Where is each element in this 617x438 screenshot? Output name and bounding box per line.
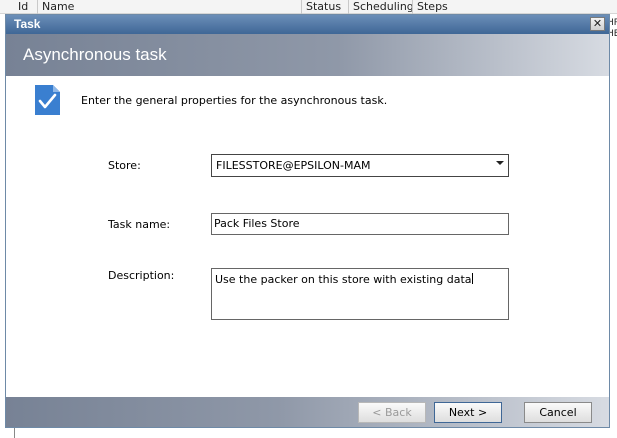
description-input[interactable]: Use the packer on this store with existi…: [211, 268, 509, 320]
store-label: Store:: [108, 159, 141, 172]
column-header-status[interactable]: Status: [302, 0, 349, 14]
cancel-button[interactable]: Cancel: [524, 402, 592, 423]
task-name-value: Pack Files Store: [214, 217, 300, 230]
checkmark-document-icon: [35, 85, 60, 115]
task-name-label: Task name:: [108, 218, 171, 231]
back-button[interactable]: < Back: [358, 402, 426, 423]
background-grid-header: Id Name Status Scheduling Steps: [0, 0, 617, 14]
store-dropdown[interactable]: FILESSTORE@EPSILON-MAM: [211, 154, 509, 177]
column-header-steps[interactable]: Steps: [413, 0, 617, 14]
task-dialog: Task ✕ Asynchronous task Enter the gener…: [5, 14, 610, 428]
background-grid-border: [14, 428, 15, 438]
wizard-banner: Asynchronous task: [6, 34, 609, 76]
dialog-titlebar[interactable]: Task ✕: [6, 15, 609, 34]
text-caret: [471, 273, 473, 284]
chevron-down-icon[interactable]: [496, 161, 504, 165]
column-header-name[interactable]: Name: [38, 0, 302, 14]
intro-text: Enter the general properties for the asy…: [81, 94, 388, 107]
close-icon: ✕: [592, 17, 603, 30]
dialog-title: Task: [14, 17, 41, 31]
close-button[interactable]: ✕: [590, 17, 605, 31]
banner-title: Asynchronous task: [23, 45, 167, 64]
column-header-scheduling[interactable]: Scheduling: [349, 0, 413, 14]
wizard-footer: < Back Next > Cancel: [6, 397, 609, 427]
description-value: Use the packer on this store with existi…: [215, 273, 472, 286]
column-header-id[interactable]: Id: [14, 0, 38, 14]
description-label: Description:: [108, 269, 175, 282]
next-button[interactable]: Next >: [434, 402, 502, 423]
task-name-input[interactable]: Pack Files Store: [211, 213, 509, 235]
store-selected-value: FILESSTORE@EPSILON-MAM: [216, 159, 371, 172]
